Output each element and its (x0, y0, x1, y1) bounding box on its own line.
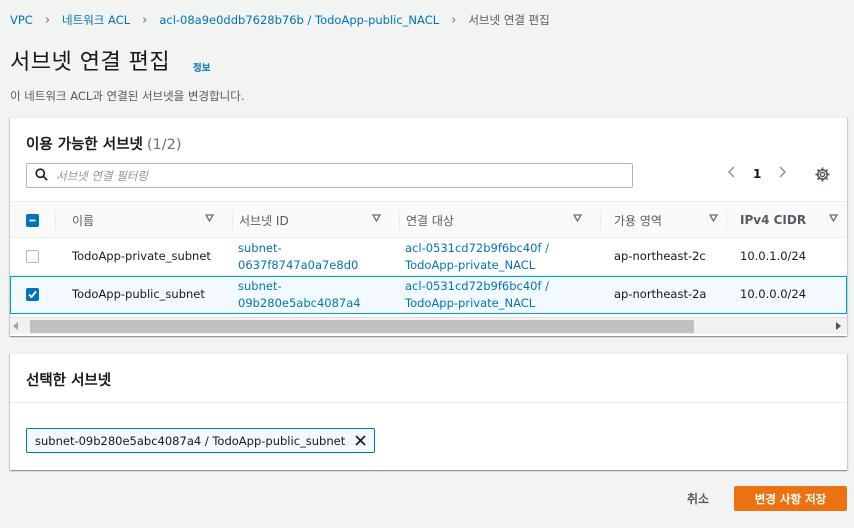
chevron-right-icon: › (142, 12, 148, 28)
column-label-ipv4-cidr: IPv4 CIDR (740, 213, 807, 227)
remove-token-button[interactable] (355, 435, 366, 446)
chevron-left-icon (727, 166, 735, 178)
horizontal-scrollbar[interactable] (10, 317, 847, 334)
column-header-association[interactable]: 연결 대상 (406, 202, 590, 238)
page-title: 서브넷 연결 편집 (10, 50, 171, 75)
breadcrumb: VPC › 네트워크 ACL › acl-08a9e0ddb7628b76b /… (10, 12, 550, 28)
cell-az: ap-northeast-2c (614, 249, 706, 263)
breadcrumb-vpc[interactable]: VPC (10, 13, 33, 27)
breadcrumb-network-acl[interactable]: 네트워크 ACL (62, 12, 130, 28)
sort-caret-icon (573, 214, 582, 222)
selected-subnet-token: subnet-09b280e5abc4087a4 / TodoApp-publi… (26, 428, 376, 453)
breadcrumb-acl-id[interactable]: acl-08a9e0ddb7628b76b / TodoApp-public_N… (159, 13, 439, 27)
available-subnets-title: 이용 가능한 서브넷 (1/2) (26, 133, 181, 154)
prev-page-button[interactable] (727, 166, 735, 181)
cell-subnet-id[interactable]: subnet- 09b280e5abc4087a4 (238, 276, 393, 313)
cell-subnet-id[interactable]: subnet- 0637f8747a0a7e8d0 (238, 238, 393, 275)
chevron-right-icon (779, 166, 787, 178)
pagination: 1 (727, 166, 787, 181)
breadcrumb-current: 서브넷 연결 편집 (468, 13, 550, 27)
gear-icon (815, 167, 830, 182)
scroll-left-icon[interactable] (13, 322, 18, 330)
column-label-association: 연결 대상 (406, 213, 454, 228)
column-header-ipv4-cidr[interactable]: IPv4 CIDR (740, 202, 846, 238)
sort-caret-icon (709, 214, 718, 222)
selected-subnets-panel: 선택한 서브넷 subnet-09b280e5abc4087a4 / TodoA… (10, 353, 847, 470)
selected-subnets-title: 선택한 서브넷 (26, 373, 112, 389)
column-header-name[interactable]: 이름 (72, 202, 222, 238)
table-row-selected[interactable]: TodoApp-public_subnet subnet- 09b280e5ab… (10, 276, 847, 314)
save-changes-button[interactable]: 변경 사항 저장 (734, 486, 847, 511)
cell-association[interactable]: acl-0531cd72b9f6bc40f / TodoApp-private_… (405, 238, 595, 275)
scrollbar-thumb[interactable] (30, 320, 694, 333)
row-checkbox-checked[interactable] (26, 288, 39, 301)
filter-input[interactable] (56, 168, 616, 183)
cell-cidr: 10.0.1.0/24 (740, 249, 807, 263)
selection-count: (1/2) (146, 137, 182, 153)
page-description: 이 네트워크 ACL과 연결된 서브넷을 변경합니다. (10, 89, 245, 103)
scroll-right-icon[interactable] (836, 322, 841, 330)
search-icon (35, 167, 48, 184)
next-page-button[interactable] (779, 166, 787, 181)
settings-gear-button[interactable] (815, 167, 830, 185)
chevron-right-icon: › (44, 12, 51, 28)
sort-caret-icon (372, 214, 381, 222)
cell-name: TodoApp-public_subnet (72, 287, 205, 301)
column-header-az[interactable]: 가용 영역 (614, 202, 726, 238)
cell-az: ap-northeast-2a (614, 287, 707, 301)
row-checkbox[interactable] (26, 250, 39, 263)
table-row[interactable]: TodoApp-private_subnet subnet- 0637f8747… (10, 238, 847, 276)
chevron-right-icon: › (451, 12, 457, 28)
cancel-button[interactable]: 취소 (673, 486, 723, 510)
info-link[interactable]: 정보 (193, 60, 210, 74)
token-label: subnet-09b280e5abc4087a4 / TodoApp-publi… (35, 433, 346, 448)
column-label-name: 이름 (72, 213, 95, 228)
available-subnets-heading: 이용 가능한 서브넷 (26, 137, 143, 153)
sort-caret-icon (205, 214, 214, 222)
cell-association[interactable]: acl-0531cd72b9f6bc40f / TodoApp-private_… (405, 276, 595, 313)
filter-field[interactable] (26, 163, 633, 188)
select-all-checkbox[interactable] (26, 213, 39, 227)
column-label-az: 가용 영역 (614, 213, 662, 228)
cell-name: TodoApp-private_subnet (72, 249, 211, 263)
close-icon (355, 435, 366, 446)
cell-cidr: 10.0.0.0/24 (740, 287, 807, 301)
table-header: 이름 서브넷 ID 연결 대상 가용 영역 IPv4 CIDR (10, 201, 847, 238)
available-subnets-panel: 이용 가능한 서브넷(1/2) 1 (10, 117, 847, 336)
sort-caret-icon (829, 214, 838, 222)
select-all-cell (26, 202, 46, 238)
page-number[interactable]: 1 (753, 167, 761, 181)
column-label-subnet-id: 서브넷 ID (239, 213, 289, 228)
column-header-subnet-id[interactable]: 서브넷 ID (239, 202, 389, 238)
